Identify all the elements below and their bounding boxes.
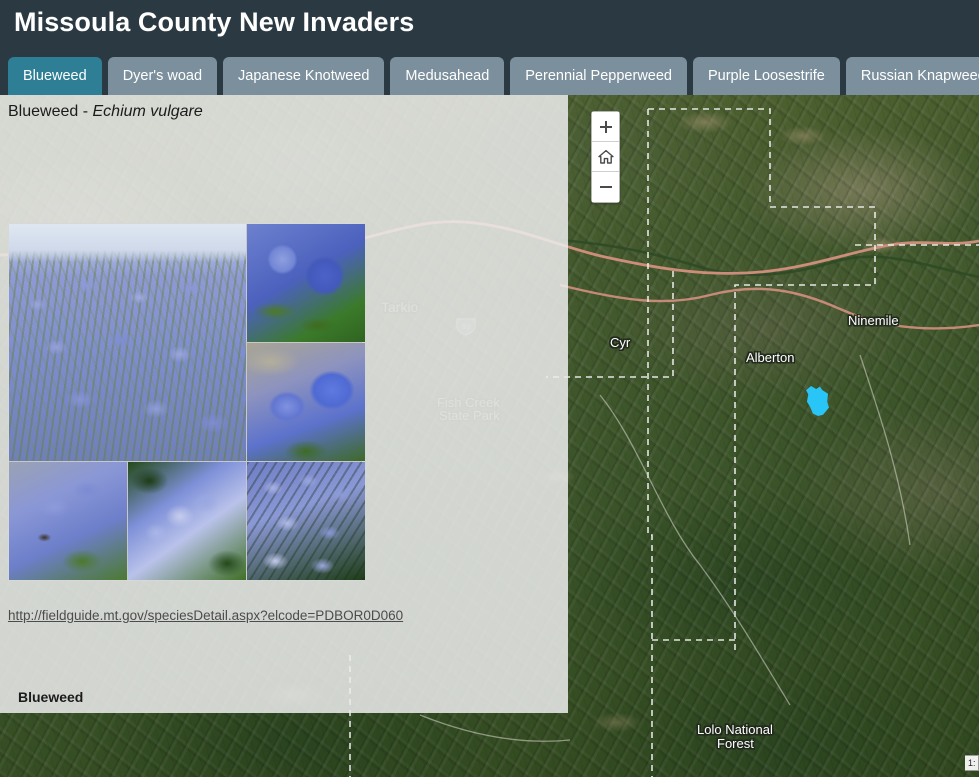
species-scientific-name: Echium vulgare [92, 103, 203, 120]
map-zoom-controls [591, 111, 620, 203]
tab-purple-loosestrife[interactable]: Purple Loosestrife [692, 57, 840, 95]
species-common-name: Blueweed [8, 103, 79, 120]
tab-japanese-knotweed[interactable]: Japanese Knotweed [223, 57, 385, 95]
tab-russian-knapweed[interactable]: Russian Knapweed [845, 57, 979, 95]
legend-title: Blueweed [18, 689, 84, 705]
species-photo [247, 462, 365, 580]
species-tabbar: Blueweed Dyer's woad Japanese Knotweed M… [8, 52, 979, 95]
minus-icon [599, 186, 612, 188]
species-photo [247, 224, 365, 342]
zoom-in-button[interactable] [592, 112, 619, 142]
map-scale-bar: 1: [965, 755, 979, 771]
app-header: Missoula County New Invaders Blueweed Dy… [0, 0, 979, 95]
species-name-separator: - [78, 103, 93, 120]
species-info-panel: Blueweed - Echium vulgare http://fieldgu… [0, 95, 568, 713]
home-button[interactable] [592, 142, 619, 172]
species-photo-grid [8, 223, 365, 581]
zoom-out-button[interactable] [592, 172, 619, 202]
tab-medusahead[interactable]: Medusahead [390, 57, 505, 95]
species-heading: Blueweed - Echium vulgare [8, 103, 203, 121]
tab-blueweed[interactable]: Blueweed [8, 57, 102, 95]
home-icon [597, 149, 614, 164]
species-photo [9, 224, 246, 461]
tab-perennial-pepperweed[interactable]: Perennial Pepperweed [510, 57, 687, 95]
application-root: Tarkio Fish Creek State Park 90 Cyr Albe… [0, 0, 979, 777]
species-source-link[interactable]: http://fieldguide.mt.gov/speciesDetail.a… [8, 608, 403, 623]
page-title: Missoula County New Invaders [14, 7, 415, 37]
plus-icon [599, 120, 612, 133]
species-photo [9, 462, 127, 580]
map-legend: Blueweed 1 to several plants less than .… [18, 689, 170, 713]
tab-dyers-woad[interactable]: Dyer's woad [107, 57, 218, 95]
species-photo [247, 343, 365, 461]
species-photo [128, 462, 246, 580]
